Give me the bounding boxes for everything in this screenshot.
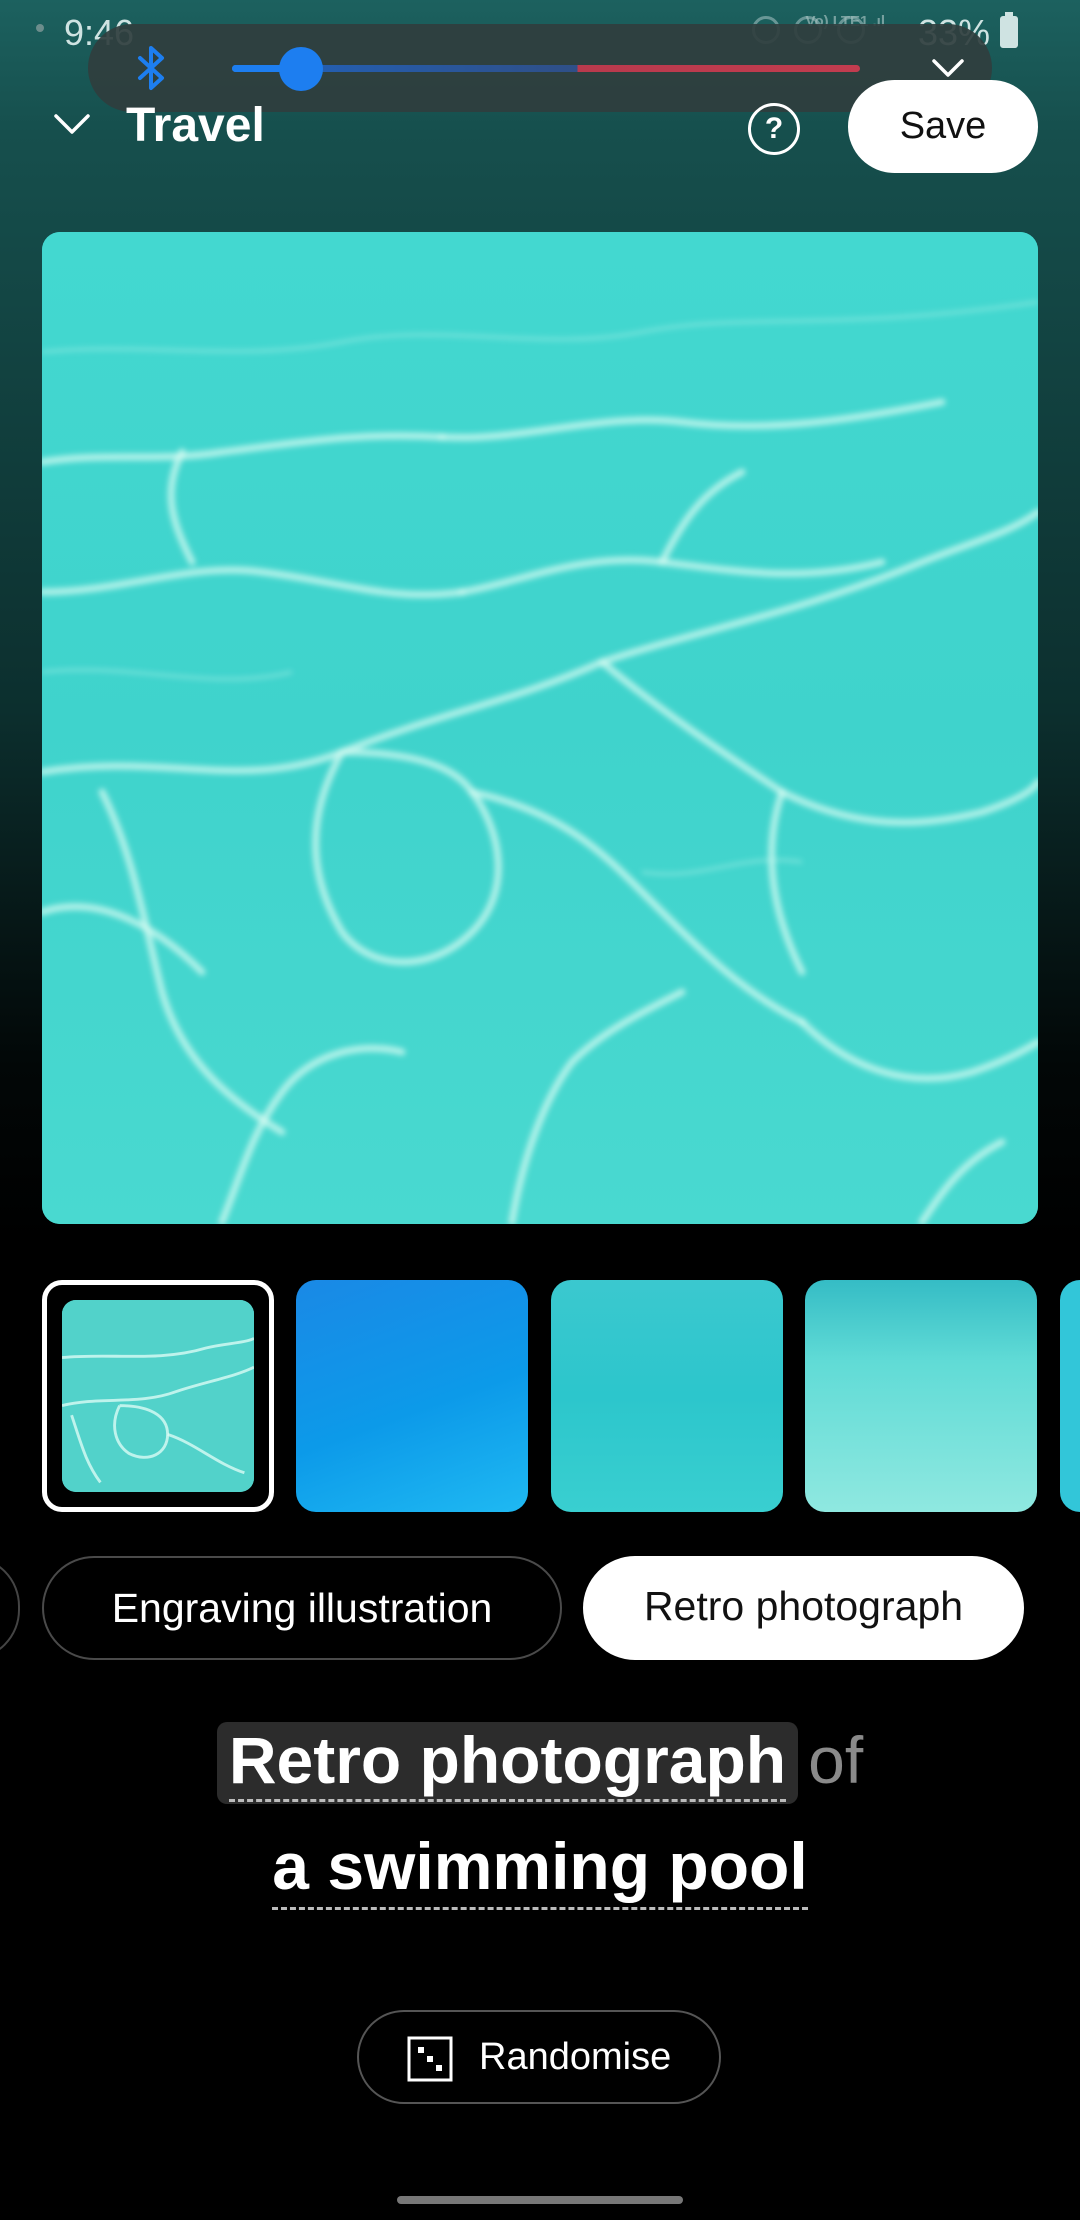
thumbnail-option[interactable] xyxy=(805,1280,1037,1512)
volume-slider-track[interactable] xyxy=(232,65,860,72)
thumbnail-option[interactable] xyxy=(1060,1280,1080,1512)
prompt-style-keyword[interactable]: Retro photograph xyxy=(216,1722,799,1804)
help-button[interactable]: ? xyxy=(748,103,800,155)
prompt-style-text: Retro photograph xyxy=(228,1723,787,1802)
prompt-line-1: Retro photograph of xyxy=(0,1722,1080,1804)
preview-image xyxy=(42,232,1038,1224)
bluetooth-icon[interactable] xyxy=(132,44,172,92)
page-title: Travel xyxy=(126,99,265,152)
status-dot xyxy=(36,24,44,32)
dice-icon xyxy=(407,2036,453,2082)
randomise-button[interactable]: Randomise xyxy=(357,2010,721,2104)
prompt-line-2: a swimming pool xyxy=(0,1828,1080,1910)
style-chip-retro-photograph[interactable]: Retro photograph xyxy=(583,1556,1024,1660)
style-chip[interactable] xyxy=(0,1556,20,1660)
screen: 9:46 Vo) LTE1 .ıl 33% Travel ? Save xyxy=(0,0,1080,2220)
thumbnail-selected[interactable] xyxy=(42,1280,274,1512)
volume-slider-thumb[interactable] xyxy=(279,47,324,91)
thumbnail-option[interactable] xyxy=(551,1280,783,1512)
prompt-connector: of xyxy=(808,1723,864,1797)
randomise-label: Randomise xyxy=(479,2036,672,2078)
home-indicator[interactable] xyxy=(397,2196,683,2204)
battery-icon xyxy=(1000,12,1018,48)
thumbnail-image xyxy=(62,1300,254,1492)
save-button[interactable]: Save xyxy=(848,80,1038,173)
chevron-down-icon[interactable] xyxy=(50,110,94,140)
style-chip-engraving-illustration[interactable]: Engraving illustration xyxy=(42,1556,562,1660)
prompt-subject-keyword[interactable]: a swimming pool xyxy=(272,1829,808,1910)
thumbnail-option[interactable] xyxy=(296,1280,528,1512)
